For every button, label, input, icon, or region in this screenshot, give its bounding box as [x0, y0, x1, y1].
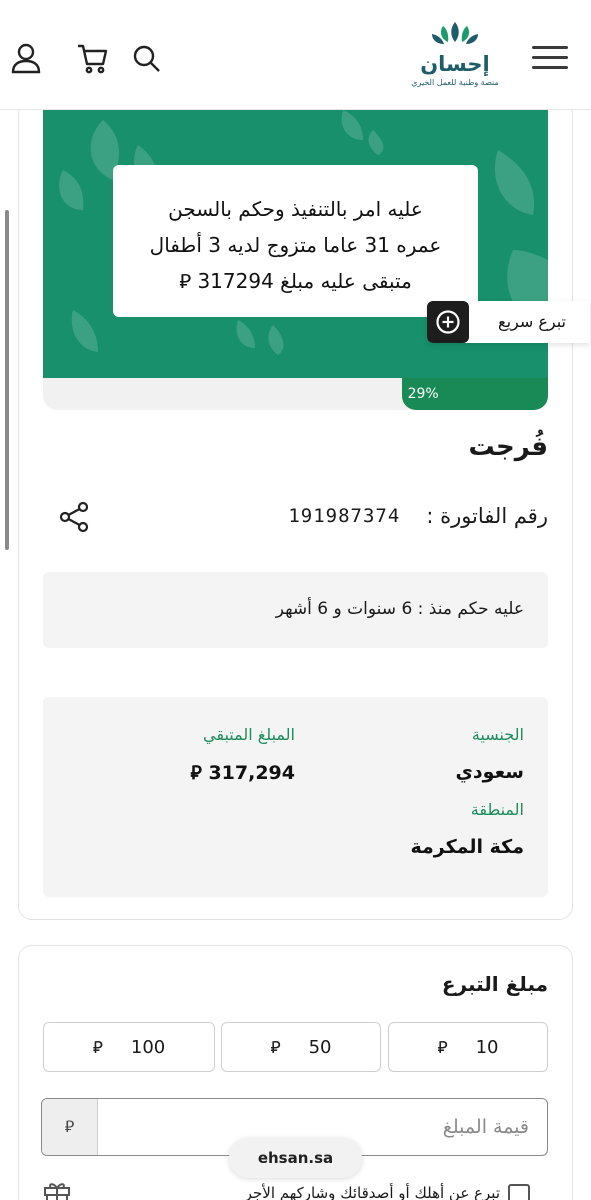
case-banner: عليه امر بالتنفيذ وحكم بالسجن عمره 31 عا… — [43, 110, 548, 410]
quick-donate-button[interactable]: تبرع سريع — [427, 301, 590, 343]
progress-bar: 29% — [43, 378, 548, 410]
case-summary-line-2: عمره 31 عاما متزوج لديه 3 أطفال — [149, 233, 442, 257]
invoice-row: رقم الفاتورة : 191987374 — [288, 504, 548, 528]
progress-label: 29% — [407, 386, 439, 402]
amount-option-10[interactable]: 10 ⃁ — [388, 1022, 548, 1072]
sentence-duration: عليه حكم منذ : 6 سنوات و 6 أشهر — [275, 599, 524, 619]
case-summary-line-1: عليه امر بالتنفيذ وحكم بالسجن — [168, 197, 423, 221]
quick-donate-label: تبرع سريع — [498, 312, 566, 331]
amount-value: 10 — [475, 1036, 499, 1058]
invoice-label: رقم الفاتورة : — [426, 504, 548, 528]
site-header: إحسان منصة وطنية للعمل الخيري — [0, 0, 591, 110]
case-summary-card: عليه امر بالتنفيذ وحكم بالسجن عمره 31 عا… — [113, 165, 478, 317]
browser-url-bar[interactable]: ehsan.sa — [229, 1138, 362, 1178]
remaining-amount-value: 317,294 ⃁ — [190, 762, 295, 784]
nationality-value: سعودي — [455, 761, 525, 783]
gift-donation-row[interactable]: تبرع عن أهلك أو أصدقائك وشاركهم الأجر — [42, 1178, 542, 1200]
menu-icon[interactable] — [530, 42, 570, 74]
amount-value: 100 — [130, 1036, 166, 1058]
gift-checkbox[interactable] — [508, 1184, 530, 1200]
gift-icon — [44, 1183, 70, 1200]
nationality-label: الجنسية — [471, 725, 524, 744]
page-scrollbar[interactable] — [5, 210, 9, 550]
cart-icon[interactable] — [74, 40, 110, 76]
logo-tagline: منصة وطنية للعمل الخيري — [411, 78, 499, 87]
riyal-icon: ⃁ — [92, 1038, 103, 1058]
gift-donation-label: تبرع عن أهلك أو أصدقائك وشاركهم الأجر — [244, 1184, 500, 1200]
case-details-box: الجنسية سعودي المبلغ المتبقي 317,294 ⃁ ا… — [43, 697, 548, 897]
ehsan-logo[interactable]: إحسان منصة وطنية للعمل الخيري — [411, 20, 499, 96]
donation-amount-title: مبلغ التبرع — [441, 972, 548, 996]
url-text: ehsan.sa — [257, 1149, 334, 1167]
region-value: مكة المكرمة — [410, 836, 525, 858]
amount-value: 50 — [308, 1036, 332, 1058]
sentence-info-box: عليه حكم منذ : 6 سنوات و 6 أشهر — [43, 572, 548, 648]
search-icon[interactable] — [128, 40, 164, 76]
case-title: فُرجت — [468, 432, 548, 462]
progress-fill: 29% — [401, 378, 548, 410]
plus-circle-icon — [427, 301, 469, 343]
case-summary-line-3: متبقى عليه مبلغ 317294 ⃁ — [179, 269, 412, 293]
amount-option-100[interactable]: 100 ⃁ — [43, 1022, 215, 1072]
amount-option-50[interactable]: 50 ⃁ — [221, 1022, 381, 1072]
region-label: المنطقة — [470, 800, 524, 819]
share-icon[interactable] — [57, 500, 91, 534]
riyal-icon: ⃁ — [437, 1038, 448, 1058]
riyal-icon: ⃁ — [270, 1038, 281, 1058]
logo-name: إحسان — [420, 52, 490, 76]
remaining-amount-label: المبلغ المتبقي — [203, 725, 295, 744]
riyal-icon: ⃁ — [42, 1099, 98, 1155]
invoice-number: 191987374 — [288, 505, 401, 527]
logo-mark — [432, 22, 478, 44]
user-icon[interactable] — [8, 40, 44, 76]
